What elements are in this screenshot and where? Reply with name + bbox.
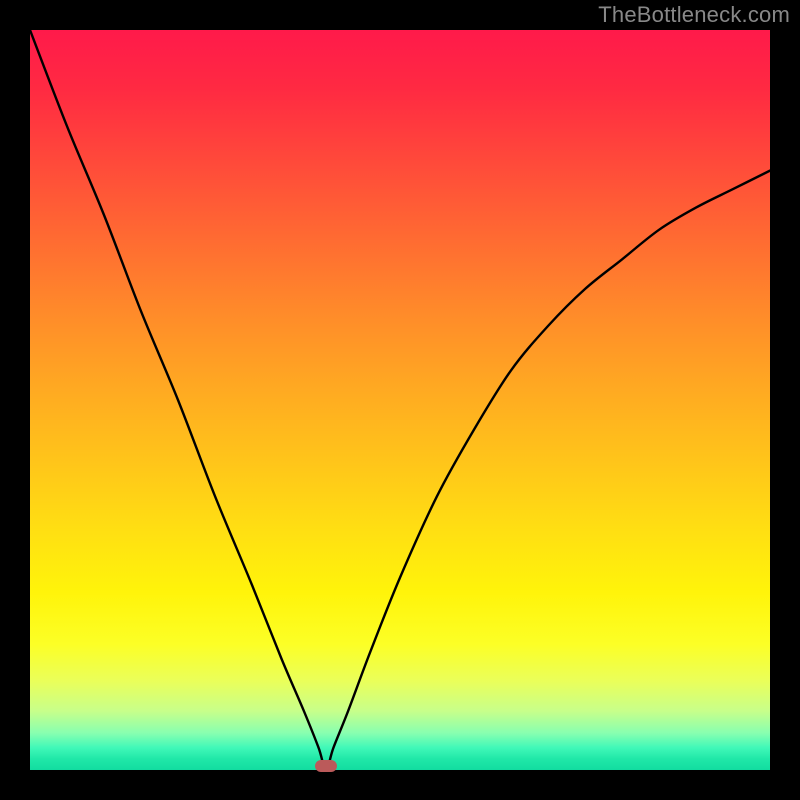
- plot-area: [30, 30, 770, 770]
- chart-frame: TheBottleneck.com: [0, 0, 800, 800]
- bottleneck-curve: [30, 30, 770, 770]
- curve-svg: [30, 30, 770, 770]
- minimum-marker: [315, 760, 337, 772]
- watermark-text: TheBottleneck.com: [598, 2, 790, 28]
